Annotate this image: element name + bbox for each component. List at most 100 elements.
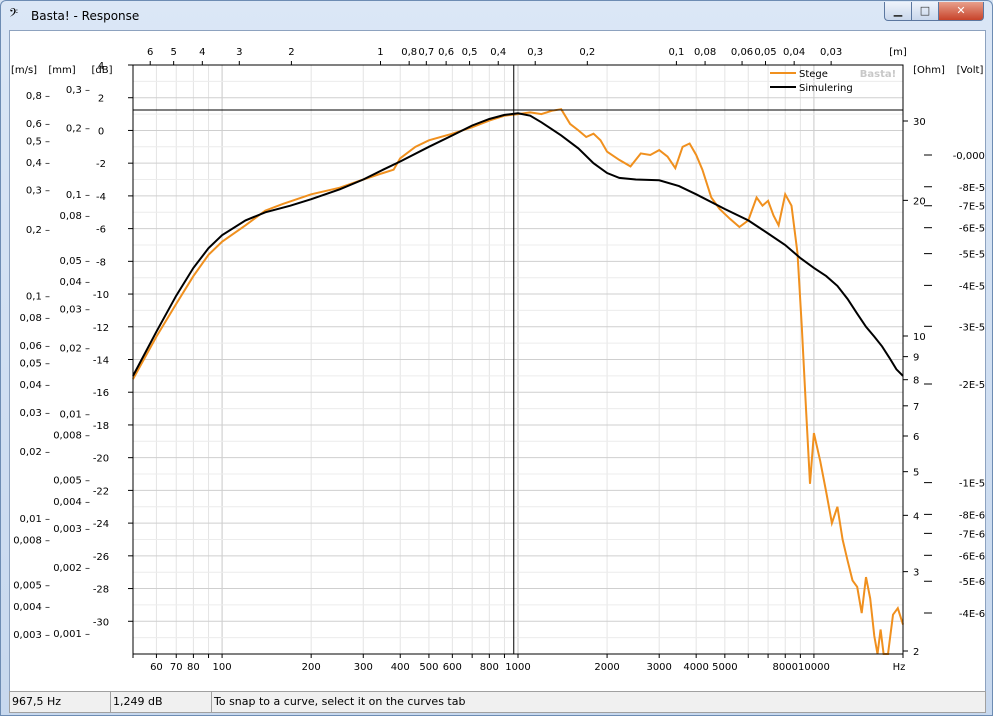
ms-tick-label: 0,05 – xyxy=(20,359,50,370)
x-unit-label: Hz xyxy=(893,662,906,673)
volt-tick-label: -5E-5 xyxy=(959,250,985,261)
volt-tick-label: -4E-5 xyxy=(959,281,985,292)
top-tick-label: 2 xyxy=(288,47,294,58)
bass-clef-icon: 𝄢 xyxy=(9,7,19,23)
top-tick-label: 5 xyxy=(170,47,176,58)
ohm-tick-label: 7 xyxy=(913,402,919,413)
mm-tick-label: 0,3 – xyxy=(66,85,90,96)
close-button[interactable]: ✕ xyxy=(938,2,984,21)
mm-tick-label: 0,01 – xyxy=(60,409,90,420)
maximize-button[interactable]: □ xyxy=(911,2,939,21)
x-tick-label: 4000 xyxy=(683,662,708,673)
ohm-tick-label: 8 xyxy=(913,376,919,387)
db-unit-label: [dB] xyxy=(91,65,112,76)
x-tick-label: 500 xyxy=(419,662,438,673)
mm-tick-label: 0,08 – xyxy=(60,211,90,222)
x-tick-label: 5000 xyxy=(712,662,737,673)
ms-tick-label: 0,6 – xyxy=(26,119,50,130)
x-tick-label: 8000 xyxy=(773,662,798,673)
top-unit-label: [m] xyxy=(889,47,907,58)
mm-tick-label: 0,02 – xyxy=(60,343,90,354)
ohm-tick-label: 6 xyxy=(913,432,919,443)
top-tick-label: 0,6 xyxy=(438,47,454,58)
top-tick-label: 0,3 xyxy=(527,47,543,58)
db-tick-label: -30 xyxy=(93,617,109,628)
mm-tick-label: 0,05 – xyxy=(60,256,90,267)
title-bar[interactable]: 𝄢 Basta! - Response ▁ □ ✕ xyxy=(1,1,992,29)
ms-tick-label: 0,06 – xyxy=(20,341,50,352)
top-tick-label: 0,4 xyxy=(490,47,506,58)
volt-tick-label: -3E-5 xyxy=(959,322,985,333)
db-tick-label: -24 xyxy=(93,519,109,530)
db-tick-label: -10 xyxy=(93,290,109,301)
db-tick-label: 0 xyxy=(98,126,104,137)
volt-tick-label: -4E-6 xyxy=(959,609,985,620)
top-tick-label: 0,2 xyxy=(579,47,595,58)
response-chart[interactable]: 60 70 80 100 200 300 400 500 600 800 1000 2000 3000 4… xyxy=(10,31,985,691)
watermark: Basta! xyxy=(860,69,896,80)
ms-tick-label: 0,03 – xyxy=(20,408,50,419)
mm-tick-label: 0,004 – xyxy=(53,497,90,508)
db-tick-label: -16 xyxy=(93,388,109,399)
x-tick-label: 80 xyxy=(187,662,200,673)
ohm-tick-label: 3 xyxy=(913,568,919,579)
top-tick-label: 0,03 xyxy=(820,47,842,58)
db-tick-label: -2 xyxy=(96,159,106,170)
ms-tick-label: 0,003 – xyxy=(13,630,50,641)
ohm-tick-label: 4 xyxy=(913,511,919,522)
ohm-tick-label: 20 xyxy=(913,196,926,207)
mm-tick-label: 0,1 – xyxy=(66,190,90,201)
db-tick-label: -28 xyxy=(93,585,109,596)
top-tick-label: 0,08 xyxy=(694,47,716,58)
mm-tick-label: 0,003 – xyxy=(53,524,90,535)
ohm-tick-label: 5 xyxy=(913,468,919,479)
volt-tick-label: -8E-6 xyxy=(959,510,985,521)
mm-unit-label: [mm] xyxy=(48,65,75,76)
top-tick-label: 4 xyxy=(199,47,205,58)
legend-label-stege: Stege xyxy=(799,69,828,80)
x-tick-label: 3000 xyxy=(646,662,671,673)
ohm-tick-label: 9 xyxy=(913,353,919,364)
top-tick-label: 0,5 xyxy=(462,47,478,58)
x-tick-label: 60 xyxy=(150,662,163,673)
db-tick-label: -14 xyxy=(93,356,109,367)
status-level: 1,249 dB xyxy=(111,692,212,712)
ms-tick-label: 0,004 – xyxy=(13,602,50,613)
minimize-button[interactable]: ▁ xyxy=(884,2,912,21)
top-tick-label: 3 xyxy=(236,47,242,58)
ms-tick-label: 0,4 – xyxy=(26,158,50,169)
mm-tick-label: 0,002 – xyxy=(53,563,90,574)
ms-tick-label: 0,005 – xyxy=(13,581,50,592)
volt-tick-label: -6E-5 xyxy=(959,224,985,235)
mm-tick-label: 0,03 – xyxy=(60,305,90,316)
ms-tick-label: 0,02 – xyxy=(20,447,50,458)
volt-tick-label: -6E-6 xyxy=(959,551,985,562)
response-chart-panel[interactable]: 60 70 80 100 200 300 400 500 600 800 1000 2000 3000 4… xyxy=(9,30,986,692)
x-tick-label: 400 xyxy=(391,662,410,673)
db-tick-label: -12 xyxy=(93,323,109,334)
window-title: Basta! - Response xyxy=(31,9,140,23)
ms-tick-label: 0,01 – xyxy=(20,514,50,525)
top-tick-label: 0,06 xyxy=(731,47,753,58)
x-tick-label: 300 xyxy=(354,662,373,673)
ohm-unit-label: [Ohm] xyxy=(913,65,945,76)
top-tick-label: 0,8 xyxy=(401,47,417,58)
x-tick-label: 1000 xyxy=(505,662,530,673)
volt-tick-label: -8E-5 xyxy=(959,183,985,194)
status-frequency: 967,5 Hz xyxy=(10,692,111,712)
x-tick-label: 800 xyxy=(480,662,499,673)
volt-tick-label: -2E-5 xyxy=(959,380,985,391)
db-tick-label: -26 xyxy=(93,552,109,563)
ms-tick-label: 0,04 – xyxy=(20,380,50,391)
mm-tick-label: 0,001 – xyxy=(53,629,90,640)
ms-tick-label: 0,2 – xyxy=(26,225,50,236)
top-tick-label: 0,7 xyxy=(418,47,434,58)
db-tick-label: -20 xyxy=(93,454,109,465)
volt-tick-label: -1E-5 xyxy=(959,479,985,490)
x-tick-label: 70 xyxy=(170,662,183,673)
ohm-tick-label: 2 xyxy=(913,647,919,658)
x-tick-label: 2000 xyxy=(594,662,619,673)
application-window: 𝄢 Basta! - Response ▁ □ ✕ 60 70 80 100 200 30… xyxy=(0,0,993,716)
status-hint: To snap to a curve, select it on the cur… xyxy=(214,695,466,708)
x-tick-label: 200 xyxy=(302,662,321,673)
